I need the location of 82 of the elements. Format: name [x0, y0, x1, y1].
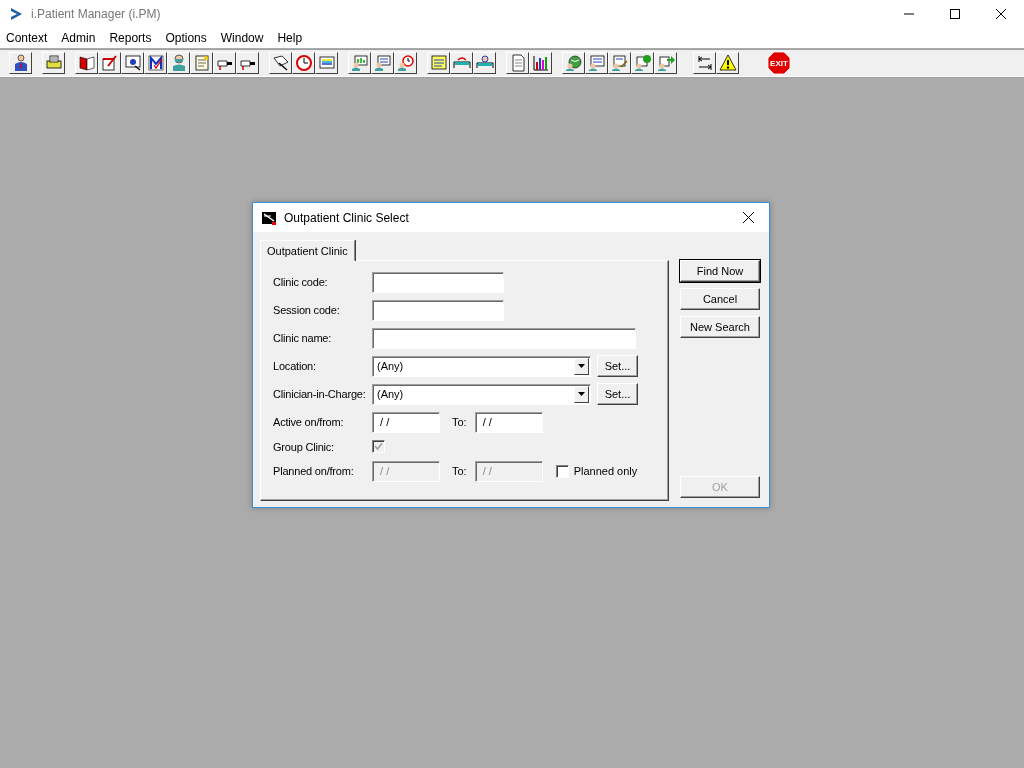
person-clock-icon — [395, 53, 416, 73]
menu-item[interactable]: Options — [161, 31, 214, 45]
maximize-icon — [950, 9, 960, 19]
warning-icon — [717, 53, 738, 73]
menu-item[interactable]: Reports — [105, 31, 159, 45]
field-label: Planned on/from: — [273, 465, 355, 477]
dialog-button[interactable]: New Search — [680, 316, 760, 338]
arrows-icon — [655, 53, 676, 73]
toolbar-button[interactable] — [190, 52, 213, 74]
close-icon — [742, 212, 754, 223]
form-pen-icon — [609, 53, 630, 73]
toolbar-button[interactable] — [394, 52, 417, 74]
toolbar-button[interactable] — [716, 52, 739, 74]
bar-chart-icon — [530, 53, 551, 73]
caret-icon — [578, 392, 585, 396]
toolbar-button[interactable] — [631, 52, 654, 74]
person-screen-icon — [349, 53, 370, 73]
menu-item[interactable]: Window — [216, 31, 271, 45]
toolbar-button[interactable] — [427, 52, 450, 74]
dialog-button[interactable]: Find Now — [680, 260, 760, 282]
field-label: Session code: — [273, 304, 341, 316]
toolbar-button[interactable] — [506, 52, 529, 74]
document-eye-icon — [122, 53, 143, 73]
checkbox-label: Planned only — [573, 465, 638, 477]
toolbar-button[interactable] — [98, 52, 121, 74]
set-button[interactable]: Set... — [597, 355, 638, 377]
toolbar-button[interactable] — [167, 52, 190, 74]
toolbar-button[interactable] — [42, 52, 65, 74]
field-label: Clinician-in-Charge: — [273, 388, 367, 400]
globe-form-icon — [632, 53, 653, 73]
clock-icon — [293, 53, 314, 73]
toolbar-button[interactable] — [75, 52, 98, 74]
form-icon — [586, 53, 607, 73]
field-label: Active on/from: — [273, 416, 345, 428]
checkmark-icon — [145, 53, 166, 73]
exit-label: EXIT — [770, 59, 788, 68]
field-label: Clinic name: — [273, 332, 333, 344]
toolbar-button[interactable] — [9, 52, 32, 74]
dropdown[interactable]: (Any) — [372, 355, 591, 377]
toolbar-button[interactable] — [450, 52, 473, 74]
field-label: Group Clinic: — [273, 440, 335, 453]
toolbar-button[interactable] — [473, 52, 496, 74]
book-icon — [76, 53, 97, 73]
notepad-pencil-icon — [99, 53, 120, 73]
dialog-button[interactable]: Cancel — [680, 288, 760, 310]
person-form-icon — [372, 53, 393, 73]
toolbar-button[interactable] — [348, 52, 371, 74]
date-field[interactable]: / / — [474, 411, 543, 433]
app-logo-icon — [9, 7, 23, 21]
field-label: Location: — [273, 360, 317, 372]
caret-icon — [578, 364, 585, 368]
menu-item[interactable]: Context — [2, 31, 55, 45]
note-icon — [428, 53, 449, 73]
text-field[interactable] — [372, 271, 504, 293]
tab[interactable]: Outpatient Clinic — [260, 240, 355, 261]
toolbar-button[interactable] — [121, 52, 144, 74]
set-button[interactable]: Set... — [597, 383, 638, 405]
text-field[interactable] — [372, 299, 504, 321]
text-field[interactable] — [372, 327, 636, 349]
toolbar-button[interactable] — [371, 52, 394, 74]
toolbar-button[interactable] — [292, 52, 315, 74]
menu-item[interactable]: Help — [273, 31, 310, 45]
toolbar-button[interactable] — [608, 52, 631, 74]
field-label: To: — [452, 416, 467, 428]
toolbar-button[interactable] — [693, 52, 716, 74]
menu-item[interactable]: Admin — [57, 31, 103, 45]
toolbar-button[interactable] — [562, 52, 585, 74]
toolbar-button[interactable] — [315, 52, 338, 74]
dialog-title: Outpatient Clinic Select — [284, 210, 410, 225]
field-label: Clinic code: — [273, 276, 329, 288]
dropdown[interactable]: (Any) — [372, 383, 591, 405]
date-field[interactable]: / / — [372, 411, 440, 433]
toolbar-button[interactable] — [654, 52, 677, 74]
window-title: i.Patient Manager (i.PM) — [31, 7, 162, 21]
globe-icon — [563, 53, 584, 73]
field-label: To: — [452, 465, 467, 477]
toolbar-button[interactable] — [144, 52, 167, 74]
toolbar-button[interactable] — [529, 52, 552, 74]
exit-button[interactable]: EXIT — [765, 51, 793, 75]
close-icon — [996, 9, 1006, 19]
toolbar-button[interactable] — [585, 52, 608, 74]
dialog-icon — [261, 209, 277, 226]
